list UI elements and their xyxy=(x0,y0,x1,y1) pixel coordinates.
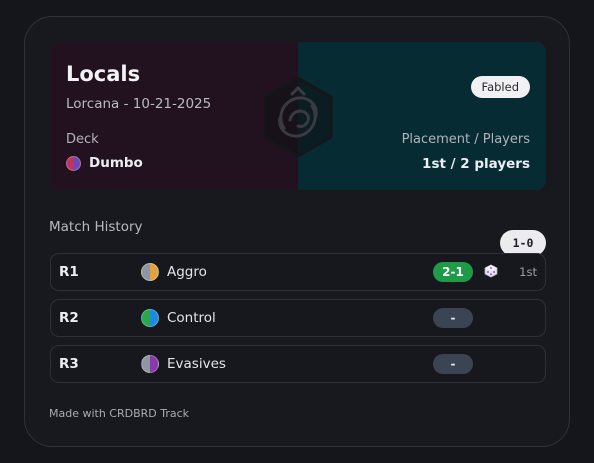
opponent-name: Control xyxy=(167,310,216,326)
deck-info: Dumbo xyxy=(66,155,143,171)
event-title: Locals xyxy=(66,62,141,86)
match-row-r2[interactable]: R2 Control - xyxy=(50,299,546,337)
deck-color-icon xyxy=(66,155,81,171)
match-score: - xyxy=(433,308,473,328)
opponent: Control xyxy=(141,309,216,327)
match-placing: 1st xyxy=(519,265,537,279)
placement-label: Placement / Players xyxy=(401,132,530,147)
opponent-deck-color-icon xyxy=(141,263,159,281)
event-card: Locals Lorcana - 10-21-2025 Deck Dumbo F… xyxy=(24,16,570,447)
footer-credit: Made with CRDBRD Track xyxy=(49,407,190,420)
deck-name: Dumbo xyxy=(89,155,143,171)
deck-label: Deck xyxy=(66,132,99,147)
lorcana-logo-icon xyxy=(263,76,333,158)
event-subtitle: Lorcana - 10-21-2025 xyxy=(66,96,212,112)
opponent: Aggro xyxy=(141,263,207,281)
event-banner: Locals Lorcana - 10-21-2025 Deck Dumbo F… xyxy=(50,42,546,190)
match-row-r1[interactable]: R1 Aggro 2-1 1st xyxy=(50,253,546,291)
match-score: 2-1 xyxy=(433,262,473,282)
round-label: R3 xyxy=(59,356,79,372)
format-badge: Fabled xyxy=(470,76,530,98)
match-score: - xyxy=(433,354,473,374)
opponent-name: Aggro xyxy=(167,264,207,280)
die-icon xyxy=(484,264,498,278)
placement-value: 1st / 2 players xyxy=(422,156,530,172)
round-label: R2 xyxy=(59,310,79,326)
opponent-deck-color-icon xyxy=(141,355,159,373)
round-label: R1 xyxy=(59,264,79,280)
opponent: Evasives xyxy=(141,355,226,373)
opponent-deck-color-icon xyxy=(141,309,159,327)
opponent-name: Evasives xyxy=(167,356,226,372)
match-row-r3[interactable]: R3 Evasives - xyxy=(50,345,546,383)
match-history-title: Match History xyxy=(49,219,143,235)
